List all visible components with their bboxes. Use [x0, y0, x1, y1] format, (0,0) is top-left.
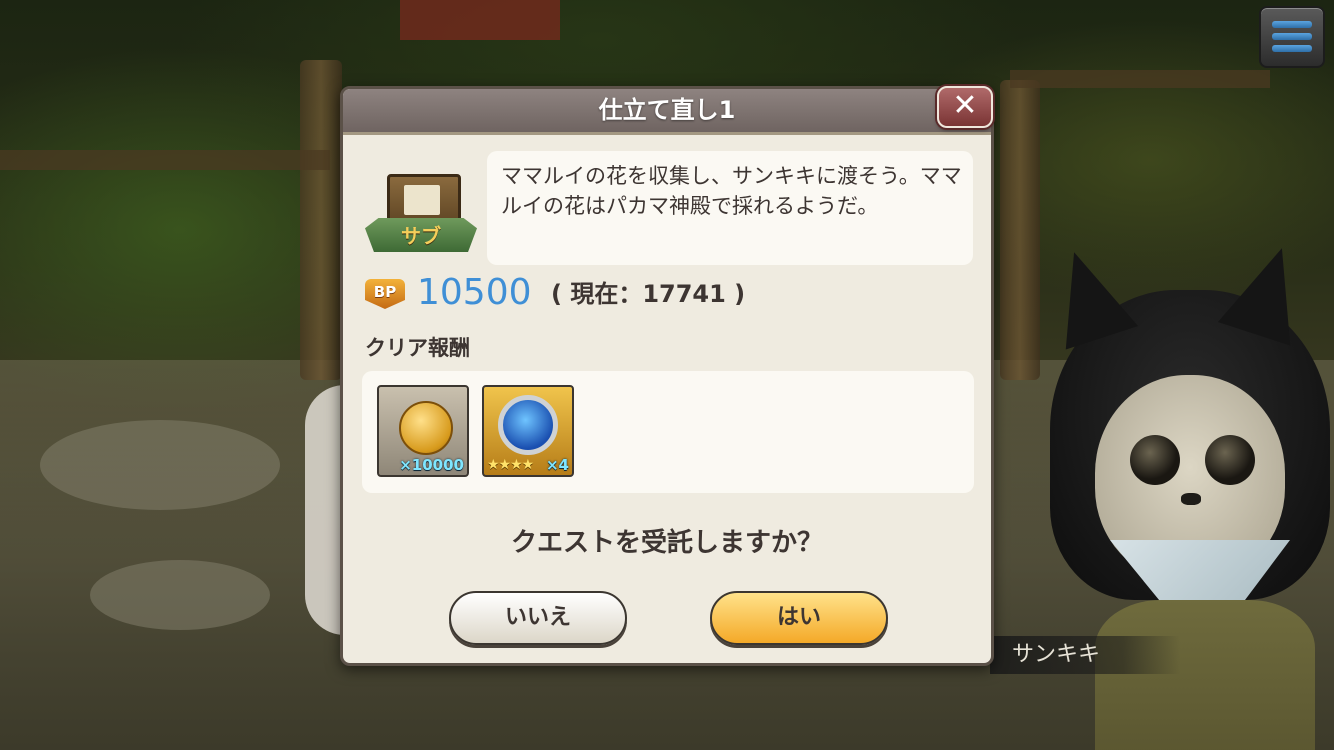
bp-current-value: ( 現在：17741 )	[551, 280, 746, 308]
quest-description-box: ママルイの花を収集し、サンキキに渡そう。ママルイの花はパカマ神殿で採れるようだ。	[487, 151, 973, 265]
character-dress	[1095, 600, 1315, 750]
badge-label: サブ	[401, 224, 441, 248]
bp-cost-row: BP 10500 ( 現在：17741 )	[365, 271, 925, 315]
rewards-heading: クリア報酬	[365, 336, 470, 360]
reward-stars: ★★★★	[487, 457, 534, 473]
npc-name-plate: サンキキ	[990, 636, 1180, 674]
bp-icon: BP	[365, 279, 405, 309]
yes-button[interactable]: はい	[710, 591, 888, 645]
coin-icon	[399, 401, 453, 455]
rewards-box: ×10000 ★★★★ ×4	[362, 371, 974, 493]
character-nose	[1181, 493, 1201, 505]
reward-coin[interactable]: ×10000	[377, 385, 469, 477]
wooden-beam	[0, 150, 330, 170]
bp-cost-value: 10500	[417, 272, 532, 313]
character-eye	[1205, 435, 1255, 485]
no-button[interactable]: いいえ	[449, 591, 627, 645]
dialog-title: 仕立て直し1	[598, 96, 736, 124]
quest-dialog: 仕立て直し1 サブ ママルイの花を収集し、サンキキに渡そう。ママルイの花はパカマ…	[340, 86, 994, 666]
stone	[90, 560, 270, 630]
banner	[400, 0, 560, 40]
wooden-post	[300, 60, 342, 380]
sub-quest-badge: サブ	[365, 174, 477, 266]
orb-icon	[498, 395, 558, 455]
character-eye	[1130, 435, 1180, 485]
reward-orb[interactable]: ★★★★ ×4	[482, 385, 574, 477]
quest-description: ママルイの花を収集し、サンキキに渡そう。ママルイの花はパカマ神殿で採れるようだ。	[501, 164, 962, 218]
reward-quantity: ×10000	[399, 456, 464, 474]
reward-quantity: ×4	[545, 456, 569, 474]
wooden-post	[1000, 80, 1040, 380]
close-icon[interactable]: ✕	[937, 86, 993, 128]
stone	[40, 420, 280, 510]
hamburger-menu-icon[interactable]	[1259, 6, 1325, 68]
wooden-beam	[1010, 70, 1270, 88]
npc-character[interactable]	[1037, 236, 1334, 750]
confirm-prompt: クエストを受託しますか？	[510, 528, 823, 558]
